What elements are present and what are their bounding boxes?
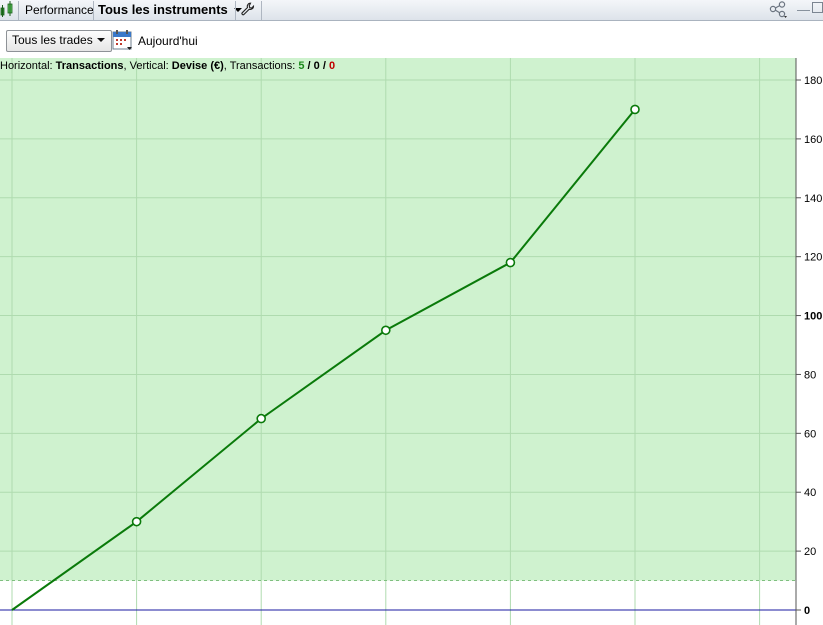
trades-filter-label: Tous les trades — [12, 33, 93, 47]
vertical-prefix: , Vertical: — [123, 60, 172, 72]
top-toolbar: Performance Tous les instruments — — [0, 0, 823, 21]
count-separator: / — [304, 60, 314, 72]
toolbar-divider — [235, 1, 236, 20]
data-point[interactable] — [131, 516, 142, 527]
data-point[interactable] — [630, 104, 640, 115]
data-point[interactable] — [505, 257, 516, 268]
y-tick-label: 160 — [804, 134, 822, 146]
y-tick-label: 40 — [804, 487, 816, 499]
trades-filter-dropdown[interactable]: Tous les trades — [6, 30, 112, 52]
performance-chart: 0 20 40 60 80 100 120 140 160 180 — [0, 58, 822, 625]
y-axis: 0 20 40 60 80 100 120 140 160 180 — [795, 58, 822, 625]
transactions-loss: 0 — [328, 60, 336, 72]
horizontal-prefix: Horizontal: — [0, 60, 56, 72]
data-point[interactable] — [380, 325, 391, 336]
wrench-icon[interactable] — [241, 2, 255, 23]
maximize-icon[interactable] — [812, 2, 823, 16]
filter-bar: Tous les trades Aujourd'hui — [0, 22, 823, 58]
instruments-dropdown[interactable]: Tous les instruments — [98, 0, 242, 21]
y-tick-label: 180 — [804, 75, 822, 87]
horizontal-axis-value: Transactions — [55, 60, 124, 72]
y-tick-label: 80 — [804, 369, 816, 381]
performance-tab[interactable]: Performance — [25, 0, 94, 21]
toolbar-divider — [18, 1, 19, 20]
toolbar-divider — [261, 1, 262, 20]
y-tick-label: 100 — [804, 311, 822, 323]
plot-area — [0, 58, 796, 581]
share-icon[interactable] — [769, 1, 791, 22]
toolbar-divider — [93, 1, 94, 20]
y-tick-label: 0 — [804, 605, 810, 617]
chevron-down-icon — [96, 38, 105, 42]
count-separator: / — [319, 60, 329, 72]
y-tick-label: 20 — [804, 546, 816, 558]
minimize-icon[interactable]: — — [797, 3, 810, 17]
instruments-label: Tous les instruments — [98, 2, 228, 17]
y-tick-label: 60 — [804, 428, 816, 440]
vertical-axis-value: Devise (€) — [171, 60, 224, 72]
calendar-icon[interactable] — [112, 30, 134, 55]
y-tick-label: 140 — [804, 193, 822, 205]
chart-info-line: Horizontal: Transactions, Vertical: Devi… — [0, 60, 335, 72]
transactions-prefix: , Transactions: — [223, 60, 299, 72]
data-point[interactable] — [256, 413, 267, 424]
date-range-label[interactable]: Aujourd'hui — [138, 34, 198, 48]
y-tick-label: 120 — [804, 252, 822, 264]
chart-icon[interactable] — [0, 0, 18, 21]
